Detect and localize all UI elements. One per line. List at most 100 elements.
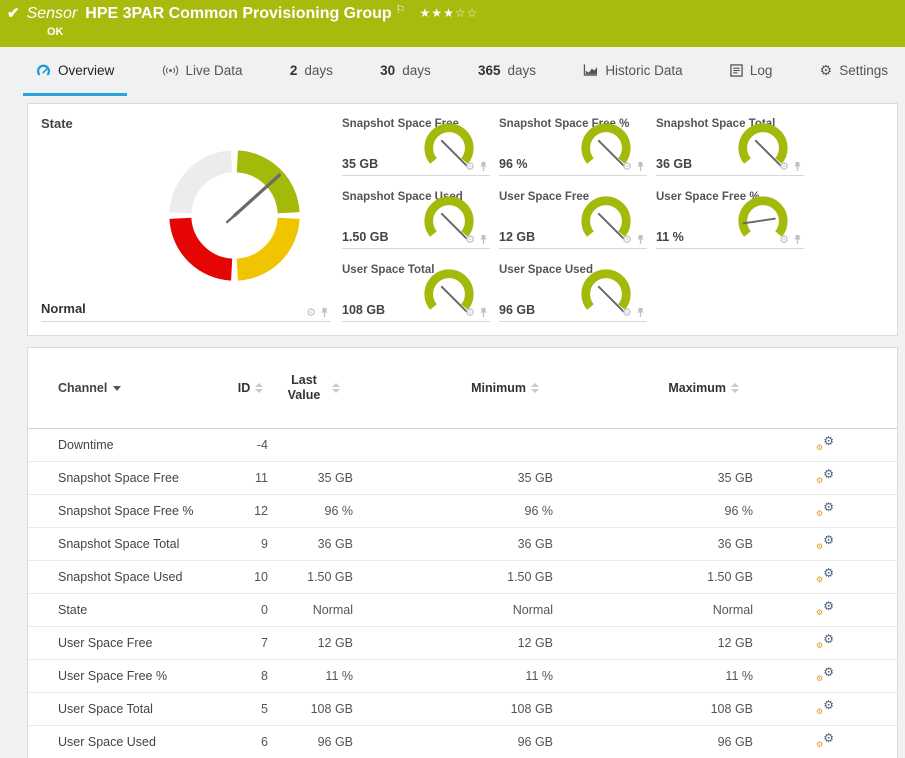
gear-icon[interactable]: ⚙	[779, 234, 789, 245]
priority-stars[interactable]: ★★★☆☆	[420, 6, 479, 20]
tab-365-days[interactable]: 365 days	[465, 47, 549, 96]
channel-name: User Space Used	[58, 735, 156, 749]
tab-unit: days	[304, 62, 333, 78]
channel-name: User Space Total	[58, 702, 153, 716]
table-row-user-space-free[interactable]: User Space Free 7 12 GB 12 GB 12 GB ⚙ ⚙	[28, 627, 897, 660]
table-row-snapshot-space-used[interactable]: Snapshot Space Used 10 1.50 GB 1.50 GB 1…	[28, 561, 897, 594]
pin-icon[interactable]	[479, 307, 488, 318]
gear-icon[interactable]: ⚙	[306, 307, 316, 318]
channel-name: User Space Free	[58, 636, 153, 650]
table-row-snapshot-space-free[interactable]: Snapshot Space Free 11 35 GB 35 GB 35 GB…	[28, 462, 897, 495]
table-row-user-space-free-pct[interactable]: User Space Free % 8 11 % 11 % 11 % ⚙ ⚙	[28, 660, 897, 693]
channel-maximum: 96 %	[724, 504, 754, 518]
sort-icon	[255, 383, 264, 393]
tab-settings[interactable]: ⚙ Settings	[807, 47, 901, 96]
gauge-cell-snapshot-space-free-pct[interactable]: Snapshot Space Free % 96 % ⚙	[499, 118, 647, 176]
channel-id: 11	[255, 471, 268, 485]
channel-name: Downtime	[58, 438, 114, 452]
column-header-maximum[interactable]: Maximum	[668, 381, 739, 395]
gauge-cell-user-space-free[interactable]: User Space Free 12 GB ⚙	[499, 191, 647, 249]
gauge-value: 12 GB	[499, 230, 536, 244]
edit-channel-gears-icon[interactable]: ⚙ ⚙	[816, 732, 834, 749]
gauge-needle	[754, 139, 782, 167]
gauge-title: User Space Total	[342, 264, 435, 276]
table-row-snapshot-space-total[interactable]: Snapshot Space Total 9 36 GB 36 GB 36 GB…	[28, 528, 897, 561]
pin-icon[interactable]	[479, 234, 488, 245]
table-body: Downtime -4 ⚙ ⚙ Snapshot Space Free 11 35…	[28, 429, 897, 758]
gauge-cell-snapshot-space-used[interactable]: Snapshot Space Used 1.50 GB ⚙	[342, 191, 490, 249]
edit-channel-gears-icon[interactable]: ⚙ ⚙	[816, 501, 834, 518]
channel-last-value: 11 %	[325, 669, 353, 683]
gear-icon[interactable]: ⚙	[622, 161, 632, 172]
tab-historic-data[interactable]: Historic Data	[570, 47, 695, 96]
tab-label: Log	[749, 62, 773, 78]
edit-channel-gears-icon[interactable]: ⚙ ⚙	[816, 468, 834, 485]
channel-id: -4	[256, 438, 268, 452]
pin-icon[interactable]	[479, 161, 488, 172]
gear-icon[interactable]: ⚙	[622, 234, 632, 245]
gauge-cell-user-space-free-pct[interactable]: User Space Free % 11 % ⚙	[656, 191, 804, 249]
state-donut-gauge	[169, 150, 300, 281]
channel-minimum: 36 GB	[517, 537, 553, 551]
table-row-state[interactable]: State 0 Normal Normal Normal ⚙ ⚙	[28, 594, 897, 627]
table-row-snapshot-space-free-pct[interactable]: Snapshot Space Free % 12 96 % 96 % 96 % …	[28, 495, 897, 528]
channel-maximum: 96 GB	[717, 735, 753, 749]
pin-icon[interactable]	[320, 307, 329, 318]
channel-table-panel: Channel ID Last Value Minimum Maximum Do…	[27, 347, 898, 758]
column-header-id[interactable]: ID	[238, 381, 264, 395]
edit-channel-gears-icon[interactable]: ⚙ ⚙	[816, 534, 834, 551]
table-header-row: Channel ID Last Value Minimum Maximum	[28, 348, 897, 429]
edit-channel-gears-icon[interactable]: ⚙ ⚙	[816, 633, 834, 650]
sort-icon	[731, 383, 739, 393]
channel-minimum: 96 GB	[517, 735, 553, 749]
tab-bar: Overview Live Data 2 days 30 days 365 da…	[0, 47, 905, 96]
gauge-needle	[440, 212, 468, 240]
edit-channel-gears-icon[interactable]: ⚙ ⚙	[816, 666, 834, 683]
tab-30-days[interactable]: 30 days	[367, 47, 444, 96]
small-gauges-grid: Snapshot Space Free 35 GB ⚙ Snapshot Spa…	[342, 118, 804, 322]
tab-number: 2	[289, 62, 298, 78]
gear-icon[interactable]: ⚙	[465, 307, 475, 318]
tab-overview[interactable]: Overview	[23, 47, 128, 96]
state-gauge-cell[interactable]: State Normal ⚙	[41, 104, 331, 335]
channel-maximum: Normal	[712, 603, 753, 617]
edit-channel-gears-icon[interactable]: ⚙ ⚙	[816, 435, 834, 452]
tab-live-data[interactable]: Live Data	[149, 47, 256, 96]
column-header-channel[interactable]: Channel	[58, 381, 122, 395]
pin-icon[interactable]	[636, 307, 645, 318]
channel-name: Snapshot Space Used	[58, 570, 183, 584]
sensor-status-header: ✔ Sensor HPE 3PAR Common Provisioning Gr…	[0, 0, 905, 47]
log-icon	[730, 63, 743, 77]
gear-icon[interactable]: ⚙	[622, 307, 632, 318]
sort-caret-icon	[113, 385, 122, 391]
tab-2-days[interactable]: 2 days	[277, 47, 346, 96]
edit-channel-gears-icon[interactable]: ⚙ ⚙	[816, 567, 834, 584]
edit-channel-gears-icon[interactable]: ⚙ ⚙	[816, 699, 834, 716]
table-row-user-space-total[interactable]: User Space Total 5 108 GB 108 GB 108 GB …	[28, 693, 897, 726]
table-row-downtime[interactable]: Downtime -4 ⚙ ⚙	[28, 429, 897, 462]
column-header-minimum[interactable]: Minimum	[471, 381, 539, 395]
channel-maximum: 1.50 GB	[707, 570, 753, 584]
pin-icon[interactable]	[636, 234, 645, 245]
tab-log[interactable]: Log	[717, 47, 786, 96]
channel-maximum: 36 GB	[717, 537, 753, 551]
channel-maximum: 108 GB	[710, 702, 753, 716]
channel-id: 0	[261, 603, 268, 617]
channel-last-value: 108 GB	[310, 702, 353, 716]
gauge-needle	[440, 285, 468, 313]
gear-icon[interactable]: ⚙	[779, 161, 789, 172]
gauge-cell-user-space-total[interactable]: User Space Total 108 GB ⚙	[342, 264, 490, 322]
gear-icon[interactable]: ⚙	[465, 161, 475, 172]
gauge-cell-user-space-used[interactable]: User Space Used 96 GB ⚙	[499, 264, 647, 322]
gauge-cell-snapshot-space-total[interactable]: Snapshot Space Total 36 GB ⚙	[656, 118, 804, 176]
table-row-user-space-used[interactable]: User Space Used 6 96 GB 96 GB 96 GB ⚙ ⚙	[28, 726, 897, 758]
pin-icon[interactable]	[793, 234, 802, 245]
pin-icon[interactable]	[793, 161, 802, 172]
gear-icon[interactable]: ⚙	[465, 234, 475, 245]
edit-channel-gears-icon[interactable]: ⚙ ⚙	[816, 600, 834, 617]
gauge-cell-empty	[656, 264, 804, 322]
pin-icon[interactable]	[636, 161, 645, 172]
gauge-icon	[36, 63, 51, 78]
gauge-cell-snapshot-space-free[interactable]: Snapshot Space Free 35 GB ⚙	[342, 118, 490, 176]
column-header-last-value[interactable]: Last Value	[281, 373, 340, 403]
